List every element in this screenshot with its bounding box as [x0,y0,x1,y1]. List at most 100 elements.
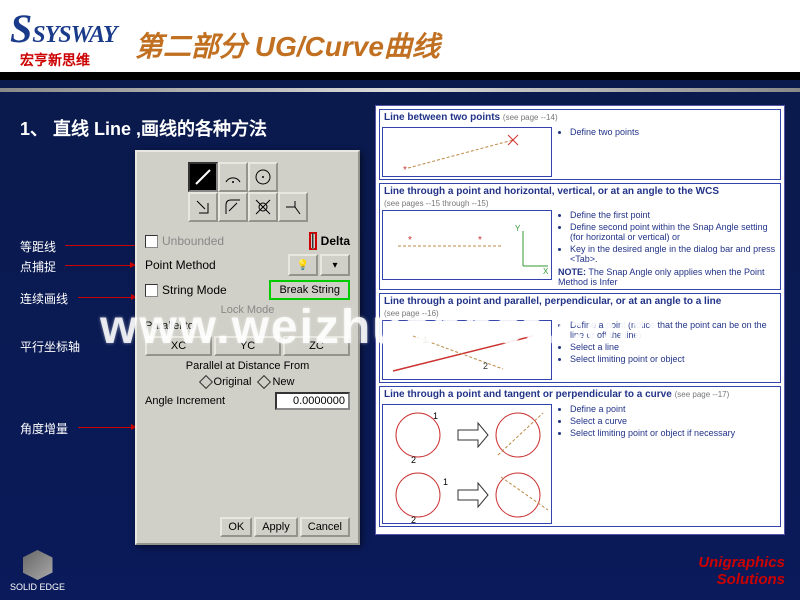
delta-checkbox[interactable] [312,233,314,249]
svg-text:2: 2 [411,515,416,525]
unbounded-row: Unbounded Delta [145,232,350,250]
svg-text:1: 1 [443,477,448,487]
label-angle-inc: 角度增量 [20,420,68,437]
arrow [78,297,136,298]
point-method-label: Point Method [145,258,216,272]
ref3-pg: (see page --16) [380,309,780,318]
footer-right: Unigraphics Solutions [698,555,785,588]
solid-edge-label: SOLID EDGE [10,582,65,592]
new-label: New [272,376,294,388]
tool-circle-icon[interactable] [248,162,278,192]
ref4-item2: Select limiting point or object if neces… [570,428,776,438]
svg-text:*: * [408,235,412,246]
tool-trim-icon[interactable] [188,192,218,222]
logo: SSYSWAY [10,5,117,52]
svg-text:1: 1 [433,411,438,421]
angle-increment-row: Angle Increment 0.0000000 [145,392,350,410]
arrow [65,265,135,266]
delta-label: Delta [321,234,350,248]
zc-button[interactable]: ZC [283,336,350,356]
unigraphics-label: Unigraphics [698,555,785,572]
yc-button[interactable]: YC [214,336,281,356]
ref2-title: Line through a point and horizontal, ver… [384,186,719,197]
svg-text:2: 2 [483,361,488,371]
string-mode-checkbox[interactable] [145,284,158,297]
parallel-to-label: Parallel to [145,320,358,332]
ref2-diagram: * * Y X [382,210,552,280]
svg-text:2: 2 [411,455,416,465]
unbounded-checkbox[interactable] [145,235,158,248]
xyz-row: XC YC ZC [145,336,350,356]
accent-bar [0,88,800,92]
label-eq-line: 等距线 [20,238,56,255]
ref4-title: Line through a point and tangent or perp… [384,389,672,400]
ref-section-3: Line through a point and parallel, perpe… [379,293,781,383]
dialog-buttons: OK Apply Cancel [220,517,350,537]
parallel-dist-label: Parallel at Distance From [137,360,358,372]
ref1-pg: (see page --14) [503,113,558,122]
apply-button[interactable]: Apply [254,517,298,537]
tool-arc-icon[interactable] [218,162,248,192]
ref4-pg: (see page --17) [675,390,730,399]
tool-chamfer-icon[interactable] [248,192,278,222]
new-radio[interactable]: New [259,376,294,388]
ok-button[interactable]: OK [220,517,252,537]
dropdown-icon[interactable]: ▾ [320,254,350,276]
bulb-icon[interactable]: 💡 [288,254,318,276]
cancel-button[interactable]: Cancel [300,517,350,537]
ref4-diagram: 1 2 1 2 [382,404,552,524]
ref2-item0: Define the first point [570,210,776,220]
string-mode-row: String Mode Break String [145,280,350,300]
tool-grid [188,162,308,222]
ref3-item1: Select a line [570,342,776,352]
lock-mode-label: Lock Mode [137,304,358,316]
header: SSYSWAY 宏亨新思维 第二部分 UG/Curve曲线 [0,0,800,80]
ref1-title: Line between two points [384,112,500,123]
label-cont-line: 连续画线 [20,290,68,307]
line-dialog: Unbounded Delta Point Method 💡 ▾ String … [135,150,360,545]
ref3-title: Line through a point and parallel, perpe… [384,296,721,307]
original-radio[interactable]: Original [201,376,252,388]
ref2-pg: (see pages --15 through --15) [380,199,780,208]
tool-line-icon[interactable] [188,162,218,192]
label-point-snap: 点捕捉 [20,258,56,275]
svg-text:*: * [403,165,407,176]
radio-row: Original New [137,376,358,388]
ref2-note: The Snap Angle only applies when the Poi… [558,267,764,287]
break-string-button[interactable]: Break String [269,280,350,300]
svg-text:X: X [543,267,549,276]
ref4-item1: Select a curve [570,416,776,426]
ref2-item2: Key in the desired angle in the dialog b… [570,244,776,264]
ref3-item0: Define a point (notice that the point ca… [570,320,776,340]
logo-s: S [10,6,32,51]
angle-increment-input[interactable]: 0.0000000 [275,392,350,410]
point-method-row: Point Method 💡 ▾ [145,254,350,276]
ref2-item1: Define second point within the Snap Angl… [570,222,776,242]
logo-text: SYSWAY [32,22,116,48]
tool-extend-icon[interactable] [278,192,308,222]
angle-increment-label: Angle Increment [145,395,225,407]
ref3-diagram: 12 [382,320,552,380]
footer-logo: SOLID EDGE [10,550,65,592]
xc-button[interactable]: XC [145,336,212,356]
solutions-label: Solutions [698,572,785,589]
svg-text:Y: Y [515,224,521,233]
original-label: Original [214,376,252,388]
ref4-item0: Define a point [570,404,776,414]
ref-section-4: Line through a point and tangent or perp… [379,386,781,527]
tool-fillet-icon[interactable] [218,192,248,222]
unbounded-label: Unbounded [162,234,224,248]
ref-section-1: Line between two points (see page --14) … [379,109,781,180]
arrow [78,427,136,428]
ref-section-2: Line through a point and horizontal, ver… [379,183,781,290]
ref3-item2: Select limiting point or object [570,354,776,364]
reference-panel: Line between two points (see page --14) … [375,105,785,535]
arrow [65,245,143,246]
cube-icon [23,550,53,580]
logo-subtitle: 宏亨新思维 [20,50,90,70]
section-subtitle: 1、 直线 Line ,画线的各种方法 [20,115,267,141]
svg-text:1: 1 [423,335,428,345]
page-title: 第二部分 UG/Curve曲线 [135,25,440,65]
label-parallel-axis: 平行坐标轴 [20,338,80,355]
svg-text:*: * [478,235,482,246]
